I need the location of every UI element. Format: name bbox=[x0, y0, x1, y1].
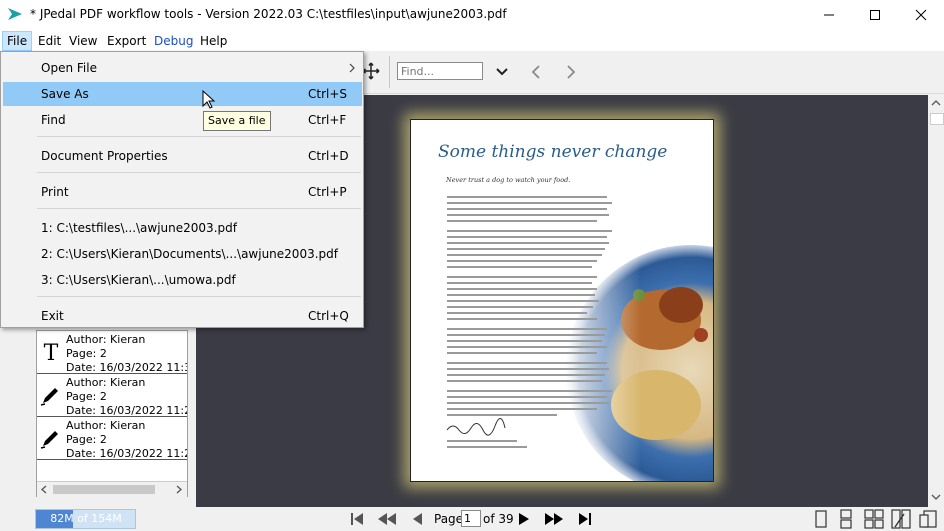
menu-item-find[interactable]: Find Ctrl+F bbox=[3, 108, 362, 132]
menu-item-recent-file[interactable]: 1: C:\testfiles\...\awjune2003.pdf bbox=[3, 216, 362, 240]
svg-text:T: T bbox=[44, 341, 59, 363]
annotation-page: Page: 2 bbox=[66, 390, 107, 403]
menu-item-save-as[interactable]: Save As Ctrl+S bbox=[3, 82, 362, 106]
menu-item-label: 3: C:\Users\Kieran\...\umowa.pdf bbox=[41, 273, 236, 287]
menu-item-recent-file[interactable]: 2: C:\Users\Kieran\Documents\...\awjune2… bbox=[3, 242, 362, 266]
menu-item-label: Document Properties bbox=[41, 149, 168, 163]
submenu-arrow-icon bbox=[349, 63, 355, 73]
page-flow-view-icon[interactable] bbox=[918, 509, 938, 529]
annotation-item[interactable]: T Author: Kieran Page: 2 Date: 16/03/202… bbox=[37, 331, 187, 374]
pen-icon bbox=[40, 431, 58, 449]
pan-move-icon[interactable] bbox=[362, 62, 380, 80]
continuous-facing-view-icon[interactable] bbox=[891, 509, 911, 529]
mouse-cursor-icon bbox=[202, 90, 216, 109]
page-label: Page bbox=[434, 512, 464, 526]
annotation-author: Author: Kieran bbox=[66, 419, 146, 432]
find-next-icon[interactable] bbox=[564, 64, 578, 80]
single-page-view-icon[interactable] bbox=[813, 509, 829, 529]
annotation-author: Author: Kieran bbox=[66, 376, 146, 389]
menu-item-label: Exit bbox=[41, 309, 64, 323]
window-title: * JPedal PDF workflow tools - Version 20… bbox=[30, 7, 507, 21]
facing-view-icon[interactable] bbox=[864, 509, 884, 529]
toolbar-divider bbox=[389, 56, 390, 88]
menu-export[interactable]: Export bbox=[103, 32, 150, 50]
last-page-icon[interactable] bbox=[577, 511, 593, 527]
forward-ten-pages-icon[interactable] bbox=[543, 511, 565, 527]
pdf-page-subheading: Never trust a dog to watch your food. bbox=[446, 176, 571, 184]
viewer-vertical-scrollbar[interactable] bbox=[928, 95, 944, 507]
menu-item-shortcut: Ctrl+F bbox=[308, 113, 347, 127]
annotation-date: Date: 16/03/2022 11:29: bbox=[66, 447, 187, 460]
minimize-button[interactable] bbox=[806, 0, 852, 30]
menu-item-label: Print bbox=[41, 185, 69, 199]
menu-item-label: 1: C:\testfiles\...\awjune2003.pdf bbox=[41, 221, 237, 235]
annotation-author: Author: Kieran bbox=[66, 333, 146, 346]
menu-item-recent-file[interactable]: 3: C:\Users\Kieran\...\umowa.pdf bbox=[3, 268, 362, 292]
find-options-chevron-down-icon[interactable] bbox=[495, 65, 509, 79]
scrollbar-thumb[interactable] bbox=[53, 485, 155, 494]
close-button[interactable] bbox=[898, 0, 944, 30]
menu-separator bbox=[37, 296, 361, 297]
find-previous-icon[interactable] bbox=[529, 64, 543, 80]
menu-item-label: Save As bbox=[41, 87, 89, 101]
scroll-down-icon[interactable] bbox=[931, 493, 941, 501]
page-total: of 39 bbox=[483, 512, 514, 526]
pdf-page[interactable]: Some things never change Never trust a d… bbox=[410, 119, 816, 495]
annotation-list[interactable]: T Author: Kieran Page: 2 Date: 16/03/202… bbox=[36, 330, 188, 497]
close-icon bbox=[915, 9, 927, 21]
find-input[interactable] bbox=[397, 62, 483, 80]
menu-item-shortcut: Ctrl+Q bbox=[308, 309, 349, 323]
maximize-icon bbox=[870, 10, 880, 20]
menu-view[interactable]: View bbox=[65, 32, 101, 50]
menu-item-label: 2: C:\Users\Kieran\Documents\...\awjune2… bbox=[41, 247, 338, 261]
menu-file[interactable]: File bbox=[2, 31, 33, 51]
annotation-list-horizontal-scrollbar[interactable] bbox=[37, 481, 187, 497]
previous-page-icon[interactable] bbox=[409, 511, 425, 527]
tooltip: Save a file bbox=[203, 111, 271, 131]
menu-item-shortcut: Ctrl+D bbox=[308, 149, 349, 163]
menu-item-shortcut: Ctrl+P bbox=[308, 185, 347, 199]
annotation-page: Page: 2 bbox=[66, 347, 107, 360]
annotation-date: Date: 16/03/2022 11:31: bbox=[66, 361, 187, 374]
scroll-up-icon[interactable] bbox=[931, 99, 941, 107]
first-page-icon[interactable] bbox=[349, 511, 365, 527]
menu-separator bbox=[37, 208, 361, 209]
annotation-item[interactable]: Author: Kieran Page: 2 Date: 16/03/2022 … bbox=[37, 374, 187, 417]
annotation-item[interactable]: Author: Kieran Page: 2 Date: 16/03/2022 … bbox=[37, 417, 187, 460]
menu-debug[interactable]: Debug bbox=[150, 32, 197, 50]
pdf-page-content bbox=[411, 120, 816, 495]
continuous-view-icon[interactable] bbox=[838, 509, 854, 529]
menu-separator bbox=[37, 172, 361, 173]
menu-item-label: Open File bbox=[41, 61, 97, 75]
menu-item-print[interactable]: Print Ctrl+P bbox=[3, 180, 362, 204]
menu-item-exit[interactable]: Exit Ctrl+Q bbox=[3, 304, 362, 328]
menu-item-open-file[interactable]: Open File bbox=[3, 56, 362, 80]
text-icon: T bbox=[44, 341, 59, 363]
scroll-right-icon[interactable] bbox=[175, 485, 183, 494]
menu-item-document-properties[interactable]: Document Properties Ctrl+D bbox=[3, 144, 362, 168]
menu-item-label: Find bbox=[41, 113, 66, 127]
back-ten-pages-icon[interactable] bbox=[376, 511, 398, 527]
jpedal-logo-icon bbox=[8, 8, 22, 20]
memory-usage-label: 82M of 154M bbox=[50, 512, 122, 525]
file-menu-dropdown: Open File Save As Ctrl+S Find Ctrl+F Doc… bbox=[0, 51, 364, 328]
menu-bar: File Edit View Export Debug Help bbox=[0, 30, 944, 51]
annotation-page: Page: 2 bbox=[66, 433, 107, 446]
page-number-input[interactable] bbox=[461, 510, 481, 527]
menu-separator bbox=[37, 136, 361, 137]
maximize-button[interactable] bbox=[852, 0, 898, 30]
menu-item-shortcut: Ctrl+S bbox=[308, 87, 348, 101]
pdf-page-heading: Some things never change bbox=[438, 142, 668, 162]
scroll-left-icon[interactable] bbox=[40, 485, 48, 494]
annotation-date: Date: 16/03/2022 11:29: bbox=[66, 404, 187, 417]
next-page-icon[interactable] bbox=[516, 511, 532, 527]
menu-help[interactable]: Help bbox=[196, 32, 231, 50]
minimize-icon bbox=[824, 14, 834, 16]
pen-icon bbox=[40, 388, 58, 406]
scrollbar-thumb[interactable] bbox=[930, 113, 944, 125]
menu-edit[interactable]: Edit bbox=[34, 32, 65, 50]
